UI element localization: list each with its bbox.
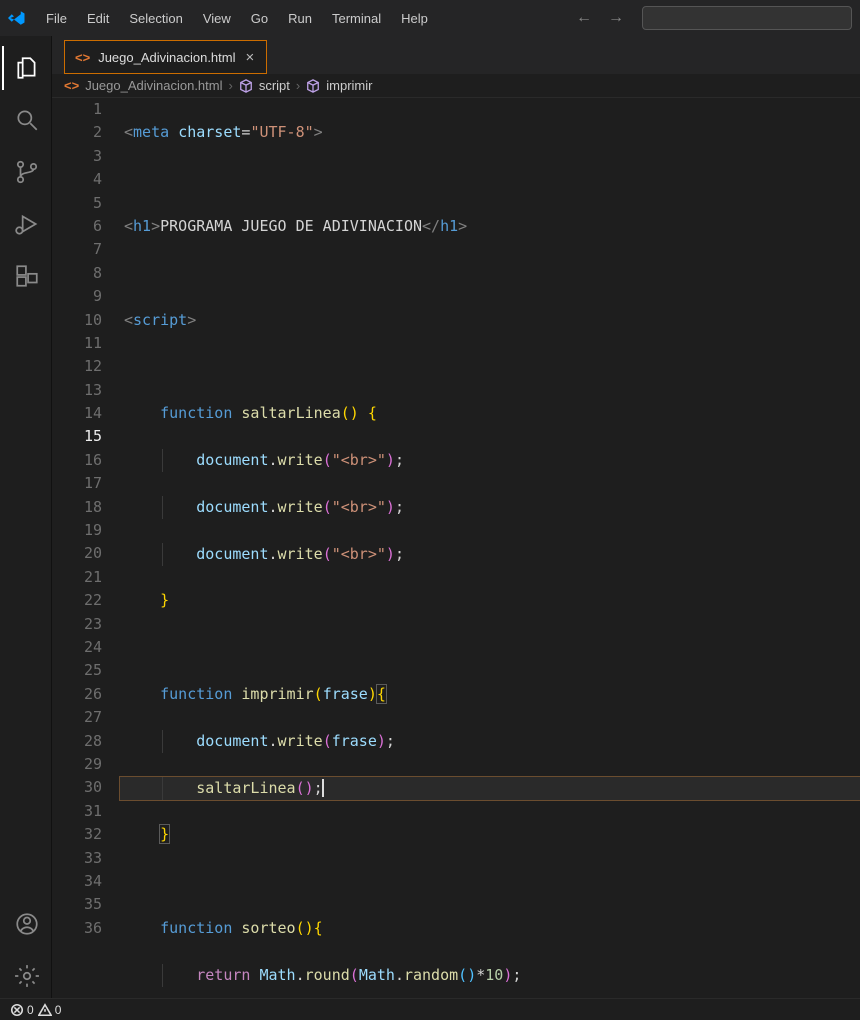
menu-run[interactable]: Run — [280, 7, 320, 30]
code-editor[interactable]: 123456 789101112 131415161718 1920212223… — [52, 98, 860, 998]
code-content[interactable]: <meta charset="UTF-8"> <h1>PROGRAMA JUEG… — [120, 98, 860, 998]
nav-forward-button[interactable]: → — [602, 5, 630, 31]
breadcrumb-file[interactable]: Juego_Adivinacion.html — [85, 78, 222, 93]
menu-edit[interactable]: Edit — [79, 7, 117, 30]
menu-file[interactable]: File — [38, 7, 75, 30]
explorer-button[interactable] — [2, 46, 50, 90]
chevron-right-icon: › — [229, 78, 233, 93]
close-icon[interactable]: × — [244, 49, 257, 66]
vscode-icon — [8, 9, 26, 27]
warnings-indicator[interactable]: 0 — [38, 1003, 62, 1017]
menu-help[interactable]: Help — [393, 7, 436, 30]
main-menu: File Edit Selection View Go Run Terminal… — [38, 7, 436, 30]
line-number-gutter: 123456 789101112 131415161718 1920212223… — [52, 98, 120, 998]
menu-view[interactable]: View — [195, 7, 239, 30]
branch-icon — [14, 159, 40, 185]
symbol-icon — [239, 79, 253, 93]
html-file-icon: <> — [75, 50, 90, 65]
breadcrumb-script[interactable]: script — [259, 78, 290, 93]
extensions-button[interactable] — [2, 254, 50, 298]
editor-tabs: <> Juego_Adivinacion.html × — [52, 36, 860, 74]
activity-bar — [0, 36, 52, 998]
tab-filename: Juego_Adivinacion.html — [98, 50, 235, 65]
symbol-icon — [306, 79, 320, 93]
search-icon — [14, 107, 40, 133]
source-control-button[interactable] — [2, 150, 50, 194]
error-icon — [10, 1003, 24, 1017]
nav-back-button[interactable]: ← — [570, 5, 598, 31]
play-bug-icon — [14, 211, 40, 237]
tab-juego-adivinacion[interactable]: <> Juego_Adivinacion.html × — [64, 40, 267, 74]
chevron-right-icon: › — [296, 78, 300, 93]
search-button[interactable] — [2, 98, 50, 142]
menu-selection[interactable]: Selection — [121, 7, 190, 30]
settings-button[interactable] — [2, 954, 50, 998]
account-icon — [14, 911, 40, 937]
gear-icon — [14, 963, 40, 989]
command-center-input[interactable] — [642, 6, 852, 30]
errors-indicator[interactable]: 0 — [10, 1003, 34, 1017]
warning-icon — [38, 1003, 52, 1017]
extensions-icon — [14, 263, 40, 289]
menu-go[interactable]: Go — [243, 7, 276, 30]
run-debug-button[interactable] — [2, 202, 50, 246]
files-icon — [14, 55, 40, 81]
menu-terminal[interactable]: Terminal — [324, 7, 389, 30]
breadcrumb[interactable]: <> Juego_Adivinacion.html › script › imp… — [52, 74, 860, 98]
html-file-icon: <> — [64, 78, 79, 93]
title-bar: File Edit Selection View Go Run Terminal… — [0, 0, 860, 36]
breadcrumb-function[interactable]: imprimir — [326, 78, 372, 93]
text-cursor — [322, 779, 324, 797]
accounts-button[interactable] — [2, 902, 50, 946]
status-bar: 0 0 — [0, 998, 860, 1020]
